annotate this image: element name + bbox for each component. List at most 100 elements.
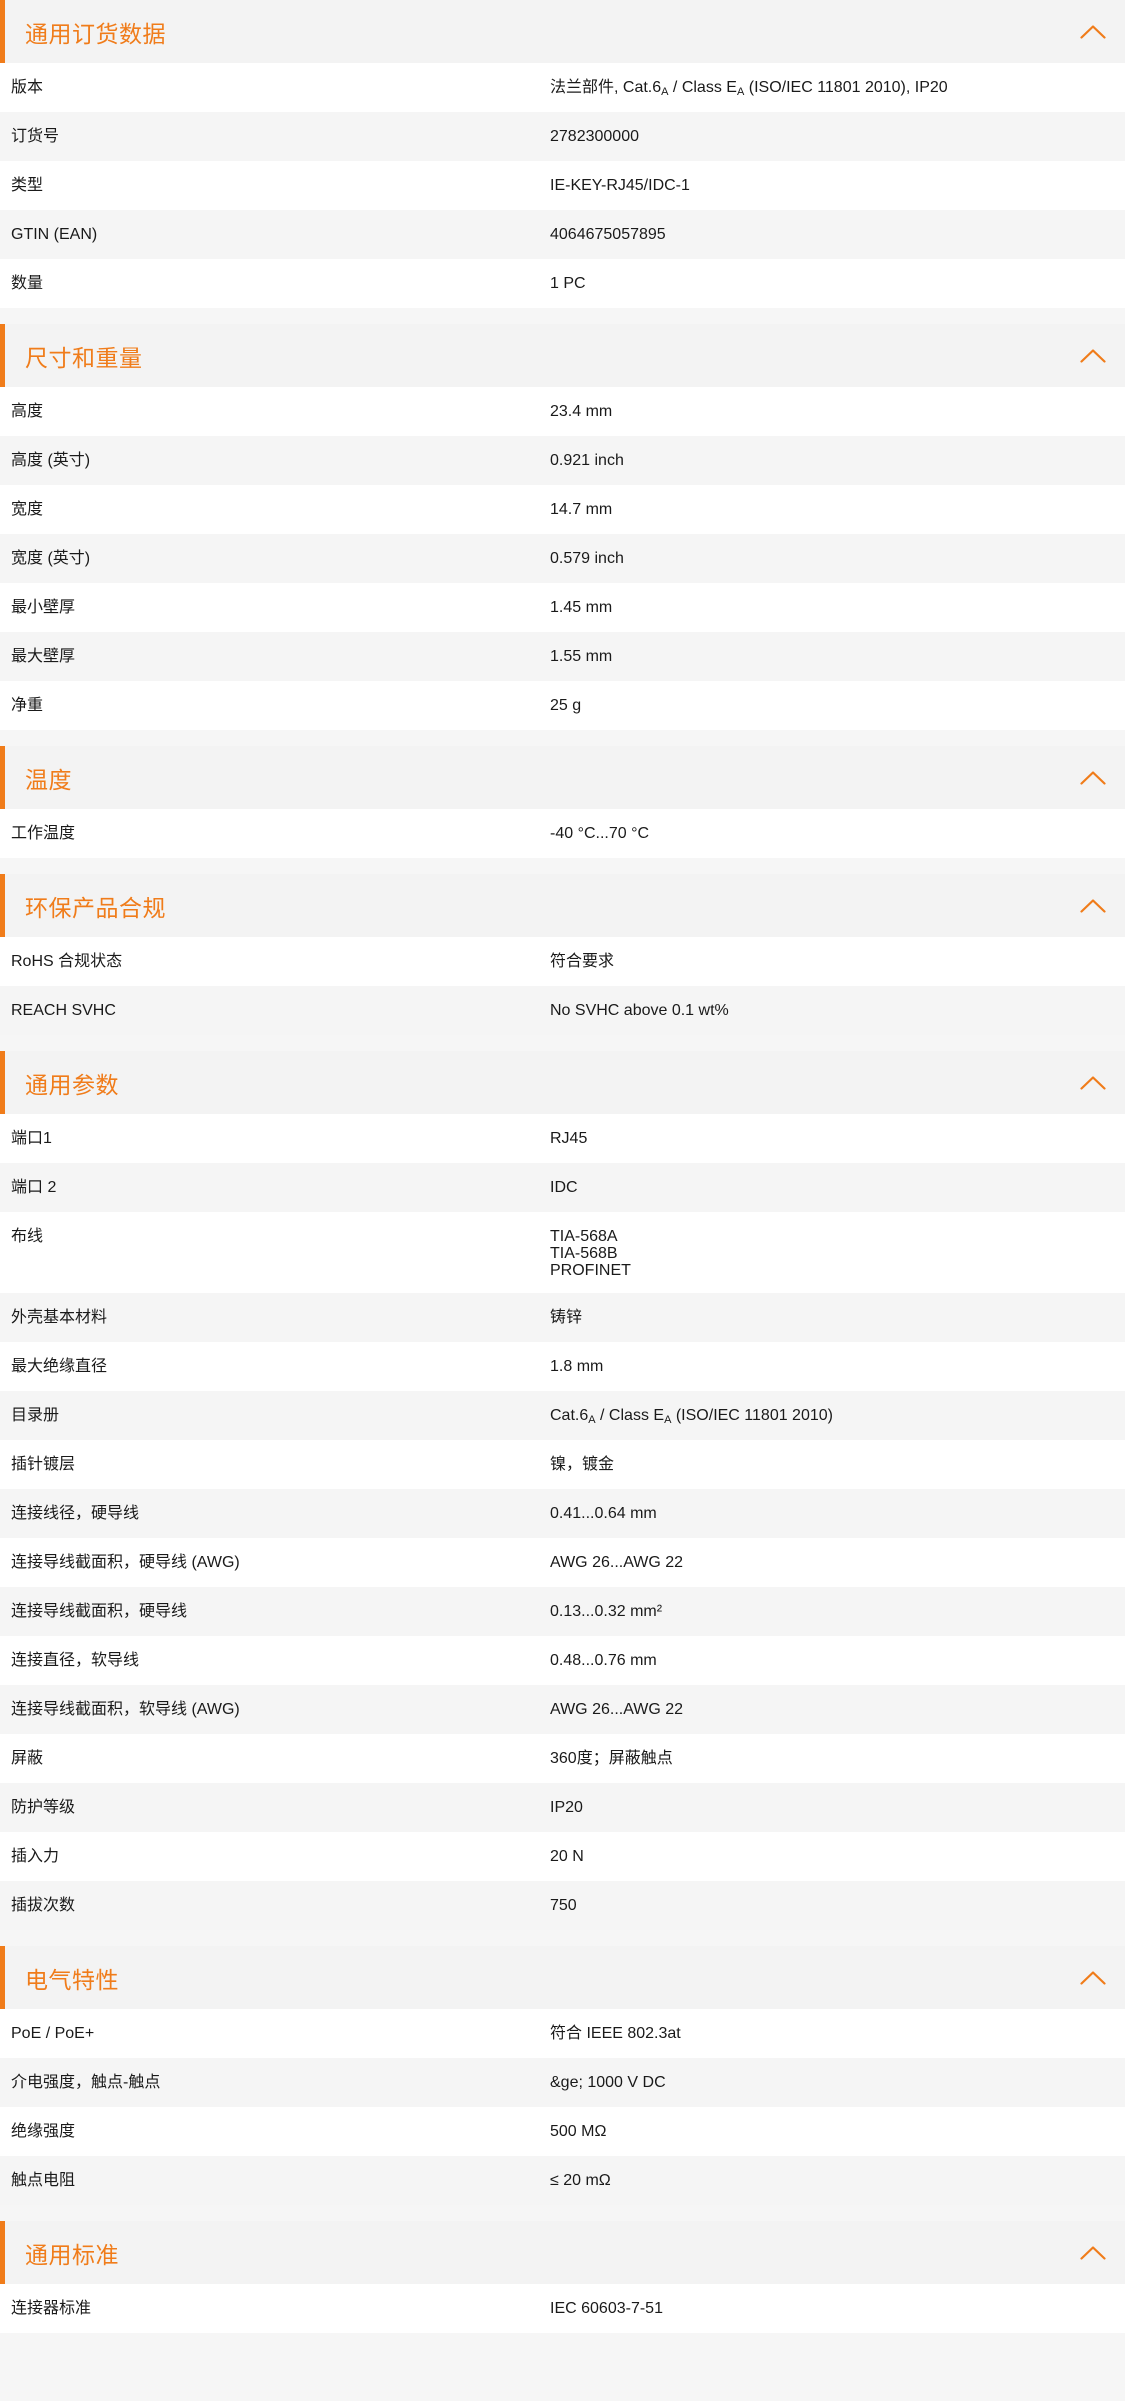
spec-row: 连接线径，硬导线 0.41...0.64 mm xyxy=(0,1489,1125,1538)
spec-label: 连接导线截面积，软导线 (AWG) xyxy=(11,1701,240,1718)
spec-label: 版本 xyxy=(11,79,44,96)
chevron-up-icon[interactable] xyxy=(1079,347,1107,365)
spec-value-text: 500 MΩ xyxy=(550,2123,607,2140)
spec-value: 14.7 mm xyxy=(539,485,1125,532)
spec-row: 高度 (英寸) 0.921 inch xyxy=(0,436,1125,485)
spec-value-text: ≤ 20 mΩ xyxy=(550,2172,611,2189)
spec-label: GTIN (EAN) xyxy=(11,226,98,243)
spec-row: 高度 23.4 mm xyxy=(0,387,1125,436)
spec-label: 目录册 xyxy=(11,1407,60,1424)
spec-value: RJ45 xyxy=(539,1114,1125,1161)
spec-value: 0.13...0.32 mm² xyxy=(539,1587,1125,1634)
spec-row: 连接直径，软导线 0.48...0.76 mm xyxy=(0,1636,1125,1685)
section-header-1[interactable]: 尺寸和重量 xyxy=(0,324,1125,387)
chevron-up-icon[interactable] xyxy=(1079,1074,1107,1092)
section-gap xyxy=(0,308,1125,324)
spec-label: 高度 xyxy=(11,403,44,420)
section-title: 通用订货数据 xyxy=(25,20,166,47)
spec-label: 连接线径，硬导线 xyxy=(11,1505,140,1522)
spec-value-text: 符合 IEEE 802.3at xyxy=(550,2025,681,2042)
spec-label: 净重 xyxy=(11,697,44,714)
spec-row: 绝缘强度 500 MΩ xyxy=(0,2107,1125,2156)
spec-value-text: 铸锌 xyxy=(550,1309,583,1326)
spec-value-text: No SVHC above 0.1 wt% xyxy=(550,1002,729,1019)
spec-value: Cat.6A / Class EA (ISO/IEC 11801 2010) xyxy=(539,1391,1125,1438)
chevron-up-icon[interactable] xyxy=(1079,1969,1107,1987)
spec-value-text: IEC 60603-7-51 xyxy=(550,2300,663,2317)
spec-value: 符合 IEEE 802.3at xyxy=(539,2009,1125,2056)
spec-row: 数量 1 PC xyxy=(0,259,1125,308)
spec-label: 高度 (英寸) xyxy=(11,452,91,469)
chevron-up-icon[interactable] xyxy=(1079,2244,1107,2262)
spec-row: 宽度 (英寸) 0.579 inch xyxy=(0,534,1125,583)
spec-value-text: Cat.6 xyxy=(550,1407,589,1424)
section-gap xyxy=(0,730,1125,746)
section-header-6[interactable]: 通用标准 xyxy=(0,2221,1125,2284)
spec-label: 防护等级 xyxy=(11,1799,76,1816)
spec-value: 1.55 mm xyxy=(539,632,1125,679)
spec-value-text: 23.4 mm xyxy=(550,403,613,420)
spec-value-text: AWG 26...AWG 22 xyxy=(550,1701,684,1718)
spec-value-text: (ISO/IEC 11801 2010) xyxy=(671,1407,833,1424)
section-header-5[interactable]: 电气特性 xyxy=(0,1946,1125,2009)
spec-table: 版本 法兰部件, Cat.6A / Class EA (ISO/IEC 11801… xyxy=(0,63,1125,308)
spec-row: 触点电阻 ≤ 20 mΩ xyxy=(0,2156,1125,2205)
spec-value: IE-KEY-RJ45/IDC-1 xyxy=(539,161,1125,208)
spec-value-text: / Class E xyxy=(668,79,737,96)
spec-value-text: (ISO/IEC 11801 2010), IP20 xyxy=(744,79,948,96)
spec-value: ≤ 20 mΩ xyxy=(539,2156,1125,2203)
spec-label: REACH SVHC xyxy=(11,1002,116,1019)
spec-value: 500 MΩ xyxy=(539,2107,1125,2154)
chevron-up-icon[interactable] xyxy=(1079,23,1107,41)
spec-label: 端口 2 xyxy=(11,1179,57,1196)
section-title: 尺寸和重量 xyxy=(25,344,143,371)
spec-value-text: 0.13...0.32 mm² xyxy=(550,1603,663,1620)
spec-value-text: RJ45 xyxy=(550,1130,588,1147)
spec-row: 端口1 RJ45 xyxy=(0,1114,1125,1163)
spec-label: 屏蔽 xyxy=(11,1750,44,1767)
spec-label: 插拔次数 xyxy=(11,1897,76,1914)
spec-value-text: 镍，镀金 xyxy=(550,1456,615,1473)
spec-value-text: 20 N xyxy=(550,1848,584,1865)
section-title: 电气特性 xyxy=(25,1966,119,1993)
section-gap xyxy=(0,1035,1125,1051)
spec-value: 1.45 mm xyxy=(539,583,1125,630)
spec-label: 连接直径，软导线 xyxy=(11,1652,140,1669)
section-title: 温度 xyxy=(25,766,72,793)
spec-label: 布线 xyxy=(11,1228,44,1245)
spec-row: PoE / PoE+ 符合 IEEE 802.3at xyxy=(0,2009,1125,2058)
spec-label: 最大壁厚 xyxy=(11,648,76,665)
spec-value-line: TIA-568B xyxy=(550,1245,618,1262)
spec-value-text: 750 xyxy=(550,1897,577,1914)
spec-row: GTIN (EAN) 4064675057895 xyxy=(0,210,1125,259)
spec-value-text: 360度；屏蔽触点 xyxy=(550,1750,673,1767)
chevron-up-icon[interactable] xyxy=(1079,897,1107,915)
chevron-up-icon[interactable] xyxy=(1079,769,1107,787)
spec-row: 版本 法兰部件, Cat.6A / Class EA (ISO/IEC 11801… xyxy=(0,63,1125,112)
spec-label: RoHS 合规状态 xyxy=(11,953,123,970)
spec-row: 最小壁厚 1.45 mm xyxy=(0,583,1125,632)
section-header-3[interactable]: 环保产品合规 xyxy=(0,874,1125,937)
section-header-4[interactable]: 通用参数 xyxy=(0,1051,1125,1114)
section-title: 通用参数 xyxy=(25,1071,119,1098)
spec-value-text: 4064675057895 xyxy=(550,226,666,243)
section-header-0[interactable]: 通用订货数据 xyxy=(0,0,1125,63)
section-gap xyxy=(0,1930,1125,1946)
spec-value-text: 1.45 mm xyxy=(550,599,613,616)
spec-value-text: 14.7 mm xyxy=(550,501,613,518)
spec-label: 触点电阻 xyxy=(11,2172,76,2189)
spec-value: 0.41...0.64 mm xyxy=(539,1489,1125,1536)
spec-value: 23.4 mm xyxy=(539,387,1125,434)
spec-value-text: 法兰部件, Cat.6 xyxy=(550,79,662,96)
spec-value-text: 0.41...0.64 mm xyxy=(550,1505,657,1522)
spec-row: 屏蔽 360度；屏蔽触点 xyxy=(0,1734,1125,1783)
spec-value: 750 xyxy=(539,1881,1125,1928)
spec-row: 连接器标准 IEC 60603-7-51 xyxy=(0,2284,1125,2333)
spec-value: -40 °C...70 °C xyxy=(539,809,1125,856)
spec-value: 符合要求 xyxy=(539,937,1125,984)
spec-table: 端口1 RJ45 端口 2 IDC 布线 TIA-568A TIA-568B PROFINET… xyxy=(0,1114,1125,1930)
section-header-2[interactable]: 温度 xyxy=(0,746,1125,809)
spec-table: RoHS 合规状态 符合要求 REACH SVHC No SVHC above 0.1… xyxy=(0,937,1125,1035)
spec-value: 360度；屏蔽触点 xyxy=(539,1734,1125,1781)
spec-row: 连接导线截面积，硬导线 (AWG) AWG 26...AWG 22 xyxy=(0,1538,1125,1587)
